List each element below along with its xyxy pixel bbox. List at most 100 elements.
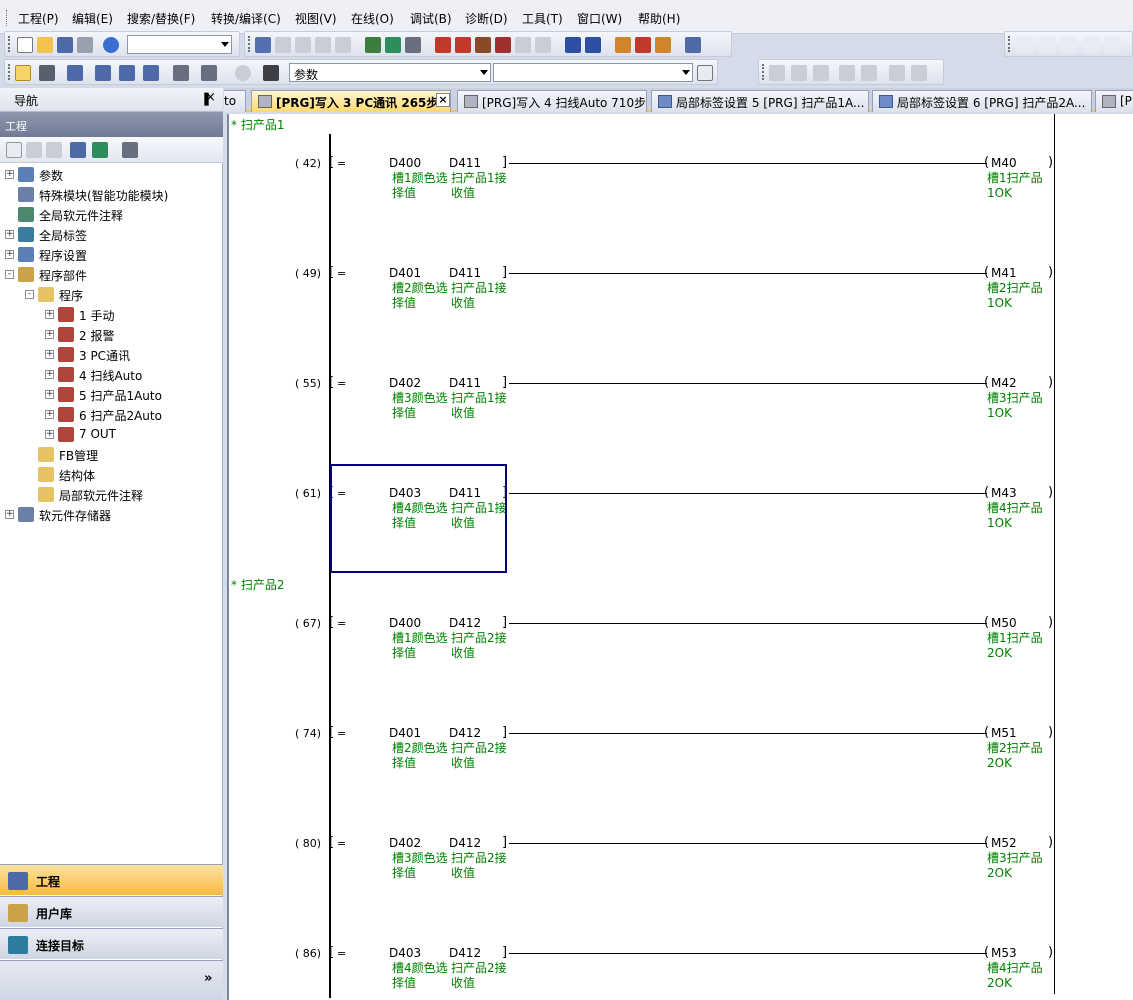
close-icon[interactable]: × [205, 90, 216, 105]
save-icon[interactable] [57, 37, 73, 53]
device-icon[interactable] [95, 65, 111, 81]
nav-tab-user-library[interactable]: 用户库 [0, 896, 223, 927]
window-icon[interactable] [685, 37, 701, 53]
help-icon[interactable] [103, 37, 119, 53]
expand-icon[interactable]: + [45, 430, 54, 439]
undo-icon[interactable] [315, 37, 331, 53]
tab-partial-left[interactable]: to [224, 90, 246, 112]
redo-icon[interactable] [335, 37, 351, 53]
operand-1[interactable]: D401 [389, 726, 421, 741]
tree-item[interactable]: +5 扫产品1Auto [0, 385, 223, 405]
tree-item[interactable]: + 程序设置 [0, 245, 223, 265]
help-icon[interactable] [235, 65, 251, 81]
nav-overflow[interactable]: » [0, 960, 223, 1000]
tree-item[interactable]: +4 扫线Auto [0, 365, 223, 385]
insert-icon[interactable] [769, 65, 785, 81]
coil-device[interactable]: M52 [991, 836, 1017, 851]
tree-item[interactable]: 结构体 [0, 465, 223, 485]
filter-icon[interactable] [122, 142, 138, 158]
coil-device[interactable]: M41 [991, 266, 1017, 281]
tree-item[interactable]: + 参数 [0, 165, 223, 185]
operand-1[interactable]: D401 [389, 266, 421, 281]
contact-icon[interactable] [1017, 37, 1033, 53]
collapse-icon[interactable]: - [5, 270, 14, 279]
tree-item[interactable]: +6 扫产品2Auto [0, 405, 223, 425]
collapse-icon[interactable]: - [25, 290, 34, 299]
expand-icon[interactable]: + [45, 410, 54, 419]
menu-debug[interactable]: 调试(B) [410, 10, 452, 27]
tree-item[interactable]: 特殊模块(智能功能模块) [0, 185, 223, 205]
device-icon[interactable] [385, 37, 401, 53]
device-icon[interactable] [585, 37, 601, 53]
operand-2[interactable]: D412 [449, 616, 481, 631]
device-icon[interactable] [405, 37, 421, 53]
tree-item[interactable]: +3 PC通讯 [0, 345, 223, 365]
contact-icon[interactable] [1039, 37, 1055, 53]
navigation-icon[interactable] [15, 65, 31, 81]
operand-2[interactable]: D411 [449, 266, 481, 281]
expand-icon[interactable]: + [5, 170, 14, 179]
print-icon[interactable] [77, 37, 93, 53]
nav-tab-connection[interactable]: 连接目标 [0, 928, 223, 959]
monitor-icon[interactable] [495, 37, 511, 53]
toolbar-combo[interactable] [127, 35, 232, 54]
compare-operator[interactable]: = [337, 726, 346, 741]
tab-local-label-5[interactable]: 局部标签设置 5 [PRG] 扫产品1A... [651, 90, 869, 112]
tab-pc-comm[interactable]: [PRG]写入 3 PC通讯 265步 × [251, 90, 451, 112]
insert-icon[interactable] [911, 65, 927, 81]
insert-icon[interactable] [889, 65, 905, 81]
scope-combo[interactable] [493, 63, 693, 82]
device-icon[interactable] [365, 37, 381, 53]
compare-operator[interactable]: = [337, 616, 346, 631]
expand-icon[interactable]: + [45, 330, 54, 339]
compare-operator[interactable]: = [337, 836, 346, 851]
compare-operator[interactable]: = [337, 376, 346, 391]
cut-icon[interactable] [255, 37, 271, 53]
device-icon[interactable] [565, 37, 581, 53]
insert-icon[interactable] [813, 65, 829, 81]
monitor-icon[interactable] [535, 37, 551, 53]
contact-icon[interactable] [1061, 37, 1077, 53]
operand-1[interactable]: D402 [389, 836, 421, 851]
device-icon[interactable] [119, 65, 135, 81]
page-icon[interactable] [697, 65, 713, 81]
expand-icon[interactable]: + [45, 310, 54, 319]
insert-icon[interactable] [861, 65, 877, 81]
convert-icon[interactable] [635, 37, 651, 53]
contact-icon[interactable] [1083, 37, 1099, 53]
read-icon[interactable] [455, 37, 471, 53]
tree-item[interactable]: +1 手动 [0, 305, 223, 325]
tree-item[interactable]: - 程序部件 [0, 265, 223, 285]
expand-icon[interactable]: + [5, 250, 14, 259]
convert-icon[interactable] [615, 37, 631, 53]
coil-icon[interactable] [1105, 37, 1121, 53]
binoculars-icon[interactable] [263, 65, 279, 81]
coil-device[interactable]: M51 [991, 726, 1017, 741]
compare-operator[interactable]: = [337, 156, 346, 171]
tree-item[interactable]: +7 OUT [0, 425, 223, 445]
coil-device[interactable]: M43 [991, 486, 1017, 501]
coil-device[interactable]: M50 [991, 616, 1017, 631]
menu-tools[interactable]: 工具(T) [522, 10, 563, 27]
find-icon[interactable] [201, 65, 217, 81]
menu-edit[interactable]: 编辑(E) [72, 10, 113, 27]
property-icon[interactable] [70, 142, 86, 158]
module-icon[interactable] [39, 65, 55, 81]
nav-tab-project[interactable]: 工程 [0, 864, 223, 895]
compare-operator[interactable]: = [337, 266, 346, 281]
operand-1[interactable]: D400 [389, 616, 421, 631]
device-icon[interactable] [143, 65, 159, 81]
tree-item[interactable]: +2 报警 [0, 325, 223, 345]
monitor-icon[interactable] [475, 37, 491, 53]
copy-icon[interactable] [26, 142, 42, 158]
write-icon[interactable] [435, 37, 451, 53]
expand-icon[interactable]: + [5, 510, 14, 519]
operand-2[interactable]: D412 [449, 726, 481, 741]
paste-icon[interactable] [46, 142, 62, 158]
operand-1[interactable]: D403 [389, 946, 421, 961]
refresh-icon[interactable] [92, 142, 108, 158]
list-icon[interactable] [67, 65, 83, 81]
expand-icon[interactable]: + [45, 370, 54, 379]
menu-project[interactable]: 工程(P) [18, 10, 59, 27]
operand-1[interactable]: D402 [389, 376, 421, 391]
